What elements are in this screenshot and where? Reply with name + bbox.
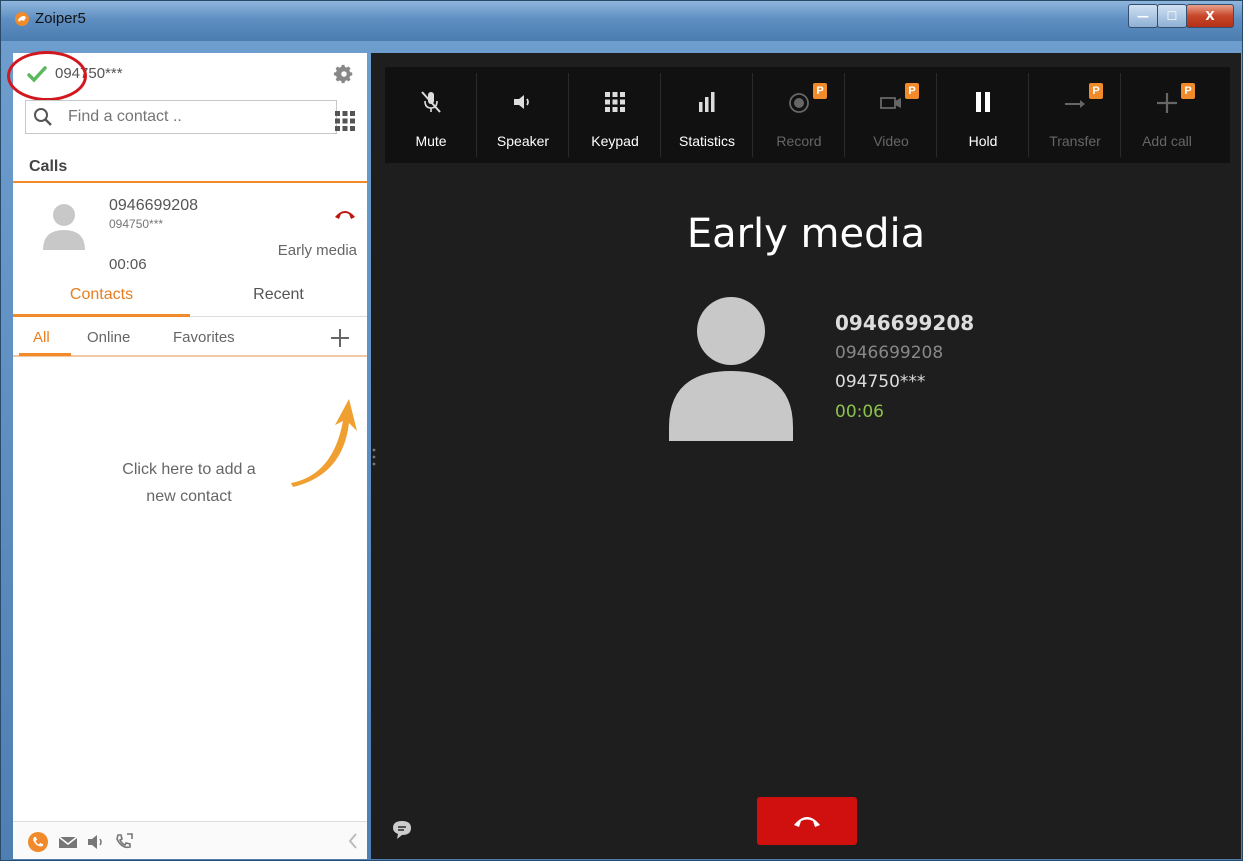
call-timer: 00:06 xyxy=(835,402,884,422)
mute-label: Mute xyxy=(415,133,447,149)
window-title: Zoiper5 xyxy=(35,10,86,27)
maximize-button[interactable]: ☐ xyxy=(1157,4,1187,28)
record-button[interactable]: P Record xyxy=(753,67,845,163)
speaker-icon[interactable] xyxy=(85,831,107,853)
call-list-item[interactable]: 0946699208 094750*** 00:06 Early media xyxy=(13,184,367,288)
statistics-label: Statistics xyxy=(678,133,735,149)
splitter-handle[interactable] xyxy=(371,447,377,467)
close-icon: X xyxy=(1205,9,1215,23)
hold-button[interactable]: Hold xyxy=(937,67,1029,163)
premium-badge: P xyxy=(905,83,919,99)
caller-account: 094750*** xyxy=(835,372,926,392)
chevron-left-icon[interactable] xyxy=(347,832,359,850)
add-call-button[interactable]: P Add call xyxy=(1121,67,1213,163)
keypad-button[interactable]: Keypad xyxy=(569,67,661,163)
hint-line-1: Click here to add a xyxy=(122,461,256,478)
record-label: Record xyxy=(776,133,822,149)
pause-icon xyxy=(976,92,990,112)
window-controls: — ☐ X xyxy=(1128,4,1234,28)
video-button[interactable]: P Video xyxy=(845,67,937,163)
premium-badge: P xyxy=(813,83,827,99)
minimize-icon: — xyxy=(1137,9,1149,23)
minimize-button[interactable]: — xyxy=(1128,4,1158,28)
speaker-label: Speaker xyxy=(496,133,550,149)
filter-all[interactable]: All xyxy=(33,329,50,346)
contact-filter-tabs: All Online Favorites xyxy=(13,325,367,357)
calls-divider xyxy=(13,181,367,183)
add-call-icon xyxy=(1157,93,1177,113)
mute-button[interactable]: Mute xyxy=(385,67,477,163)
active-filter-underline xyxy=(19,353,71,356)
call-forward-icon[interactable] xyxy=(113,831,135,853)
filter-favorites[interactable]: Favorites xyxy=(173,329,235,346)
hint-line-2: new contact xyxy=(146,488,232,505)
add-call-label: Add call xyxy=(1142,133,1192,149)
left-panel: 094750*** Calls xyxy=(7,51,367,859)
calls-heading: Calls xyxy=(29,158,68,175)
statistics-icon xyxy=(699,92,715,112)
avatar-icon xyxy=(43,204,85,250)
app-window: Zoiper5 — ☐ X 094750*** Find a contact .… xyxy=(0,0,1243,861)
hangup-icon[interactable] xyxy=(334,208,356,220)
title-bar[interactable]: Zoiper5 — ☐ X xyxy=(1,1,1242,41)
close-button[interactable]: X xyxy=(1186,4,1234,28)
add-contact-icon[interactable] xyxy=(329,327,351,349)
caller-name: 0946699208 xyxy=(835,311,975,335)
phone-circle-icon[interactable] xyxy=(27,831,49,853)
chat-icon[interactable] xyxy=(391,819,413,841)
call-panel: Mute Speaker Keypad Statistics P Record … xyxy=(371,53,1241,859)
tab-recent[interactable]: Recent xyxy=(190,281,367,317)
bottom-bar xyxy=(13,821,367,859)
filter-online[interactable]: Online xyxy=(87,329,130,346)
caller-number: 0946699208 xyxy=(835,343,944,363)
keypad-icon xyxy=(605,92,625,112)
premium-badge: P xyxy=(1089,83,1103,99)
contact-avatar-icon xyxy=(669,297,793,441)
speaker-button[interactable]: Speaker xyxy=(477,67,569,163)
maximize-icon: ☐ xyxy=(1166,9,1178,23)
highlight-circle xyxy=(7,51,87,101)
hangup-button[interactable] xyxy=(757,797,857,845)
call-duration: 00:06 xyxy=(109,256,147,273)
transfer-icon xyxy=(1065,100,1085,108)
search-box xyxy=(25,100,337,134)
contacts-tabs: Contacts Recent xyxy=(13,281,367,317)
record-icon xyxy=(789,93,809,113)
gear-icon[interactable] xyxy=(333,63,355,85)
call-toolbar: Mute Speaker Keypad Statistics P Record … xyxy=(385,67,1230,163)
call-number: 0946699208 xyxy=(109,197,198,214)
search-input[interactable] xyxy=(68,107,328,127)
dialpad-icon[interactable] xyxy=(334,110,356,132)
transfer-button[interactable]: P Transfer xyxy=(1029,67,1121,163)
video-label: Video xyxy=(873,133,909,149)
tab-contacts[interactable]: Contacts xyxy=(13,281,190,317)
search-icon xyxy=(34,108,52,126)
curved-arrow-icon xyxy=(291,399,357,487)
statistics-button[interactable]: Statistics xyxy=(661,67,753,163)
zoiper-logo-icon xyxy=(15,12,29,26)
keypad-label: Keypad xyxy=(591,133,639,149)
speaker-icon xyxy=(514,95,529,109)
call-state-title: Early media xyxy=(686,211,926,257)
mic-off-icon xyxy=(421,91,441,113)
account-row[interactable]: 094750*** xyxy=(7,51,367,101)
call-state: Early media xyxy=(277,242,357,259)
transfer-label: Transfer xyxy=(1049,133,1101,149)
add-contact-hint[interactable]: Click here to add a new contact xyxy=(99,456,279,510)
message-icon[interactable] xyxy=(57,831,79,853)
hangup-icon xyxy=(794,817,820,827)
video-icon xyxy=(880,97,901,109)
premium-badge: P xyxy=(1181,83,1195,99)
hold-label: Hold xyxy=(968,133,998,149)
call-account: 094750*** xyxy=(109,217,164,231)
